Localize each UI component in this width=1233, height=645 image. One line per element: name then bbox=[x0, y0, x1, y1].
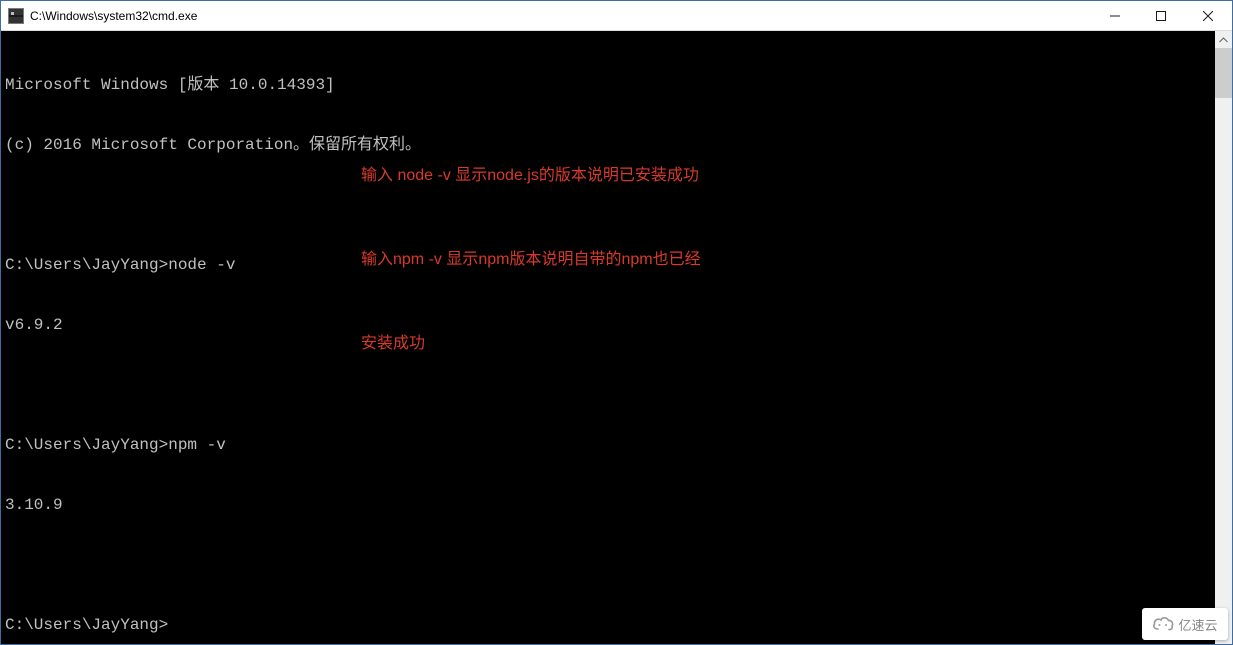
annotation-line: 安装成功 bbox=[361, 330, 701, 358]
annotation-overlay: 输入 node -v 显示node.js的版本说明已安装成功 输入npm -v … bbox=[361, 106, 701, 414]
terminal-line: 3.10.9 bbox=[5, 495, 1232, 515]
terminal-area[interactable]: Microsoft Windows [版本 10.0.14393] (c) 20… bbox=[1, 31, 1232, 644]
terminal-line: Microsoft Windows [版本 10.0.14393] bbox=[5, 75, 1232, 95]
maximize-button[interactable] bbox=[1138, 1, 1184, 30]
cloud-icon bbox=[1152, 615, 1174, 633]
chevron-up-icon bbox=[1219, 37, 1228, 43]
cmd-window: C:\Windows\system32\cmd.exe Microsoft Wi… bbox=[0, 0, 1233, 645]
terminal-line: C:\Users\JayYang>npm -v bbox=[5, 435, 1232, 455]
annotation-line: 输入npm -v 显示npm版本说明自带的npm也已经 bbox=[361, 246, 701, 274]
minimize-icon bbox=[1110, 11, 1120, 21]
maximize-icon bbox=[1156, 11, 1166, 21]
annotation-line: 输入 node -v 显示node.js的版本说明已安装成功 bbox=[361, 162, 701, 190]
window-title: C:\Windows\system32\cmd.exe bbox=[30, 8, 197, 23]
watermark-text: 亿速云 bbox=[1178, 615, 1217, 634]
cmd-icon bbox=[8, 8, 24, 24]
watermark-badge: 亿速云 bbox=[1142, 608, 1228, 640]
scroll-up-button[interactable] bbox=[1215, 31, 1232, 48]
titlebar[interactable]: C:\Windows\system32\cmd.exe bbox=[1, 1, 1232, 31]
window-controls bbox=[1092, 1, 1232, 30]
close-button[interactable] bbox=[1184, 1, 1232, 30]
terminal-line bbox=[5, 555, 1232, 575]
minimize-button[interactable] bbox=[1092, 1, 1138, 30]
scroll-track[interactable] bbox=[1215, 48, 1232, 627]
scroll-thumb[interactable] bbox=[1215, 48, 1232, 98]
terminal-line: C:\Users\JayYang> bbox=[5, 615, 1232, 635]
close-icon bbox=[1203, 11, 1213, 21]
vertical-scrollbar[interactable] bbox=[1215, 31, 1232, 644]
